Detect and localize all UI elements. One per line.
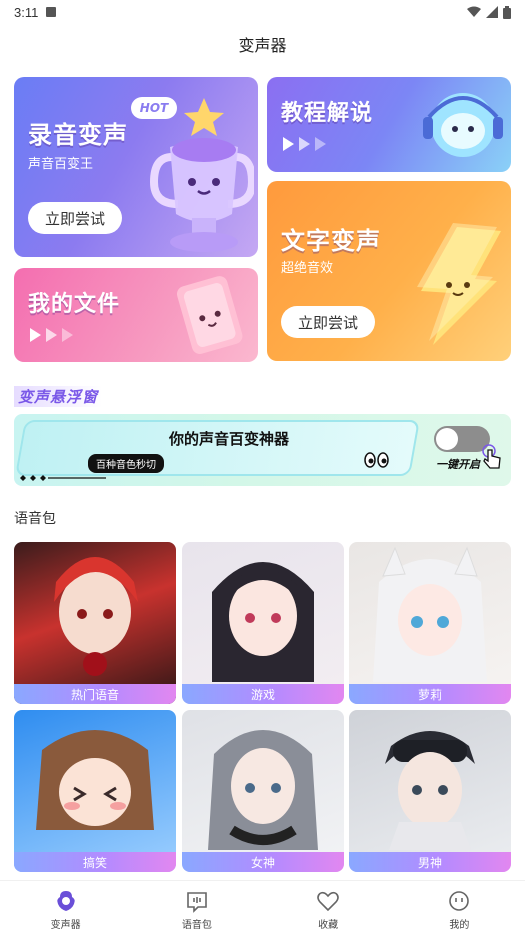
float-headline: 你的声音百变神器 [169, 430, 290, 448]
record-card-title: 录音变声 [28, 121, 128, 149]
headphone-mascot-icon [423, 93, 503, 157]
status-bar: 3:11 [0, 0, 525, 24]
voice-changer-icon [56, 891, 75, 911]
anime-avatar-image [385, 731, 475, 850]
toggle-label: 一键开启 [436, 458, 480, 471]
record-try-button[interactable]: 立即尝试 [28, 202, 122, 234]
page-title: 变声器 [238, 36, 287, 55]
text-card-title: 文字变声 [281, 227, 381, 255]
lightning-mascot-icon [417, 223, 501, 345]
text-try-button[interactable]: 立即尝试 [281, 306, 375, 338]
anime-avatar-image [54, 557, 138, 676]
voice-pack-label: 男神 [349, 852, 511, 872]
anime-avatar-image [208, 730, 318, 850]
anime-avatar-image [373, 546, 487, 682]
play-arrows-icon [30, 328, 73, 342]
tutorial-card-title: 教程解说 [281, 101, 374, 126]
tab-voice-changer[interactable]: 变声器 [0, 881, 131, 935]
voice-pack-tile[interactable]: 游戏 [182, 542, 344, 704]
voice-pack-label: 热门语音 [14, 684, 176, 704]
voice-pack-icon [187, 892, 207, 913]
record-card-subtitle: 声音百变王 [28, 157, 94, 172]
record-voice-card[interactable]: 录音变声 声音百变王 立即尝试 HOT [14, 77, 258, 257]
status-time: 3:11 [14, 4, 39, 20]
tab-label: 语音包 [181, 920, 212, 931]
float-tag: 百种音色秒切 [88, 454, 164, 473]
voice-pack-section-title: 语音包 [14, 511, 56, 527]
voice-pack-label: 萝莉 [349, 684, 511, 704]
tab-label: 收藏 [318, 920, 339, 931]
status-icons [467, 5, 511, 19]
voice-pack-label: 游戏 [182, 684, 344, 704]
voice-pack-tile[interactable]: 男神 [349, 710, 511, 872]
float-window-banner[interactable]: 你的声音百变神器 百种音色秒切 一键开启 [14, 414, 511, 486]
myfiles-card-title: 我的文件 [28, 292, 121, 317]
voice-pack-tile[interactable]: 热门语音 [14, 542, 176, 704]
battery-icon [503, 5, 511, 19]
bottom-tab-bar: 变声器 语音包 收藏 我的 [0, 880, 525, 935]
voice-pack-tile[interactable]: 搞笑 [14, 710, 176, 872]
eyes-icon [364, 452, 389, 468]
my-files-card[interactable]: 我的文件 [14, 268, 258, 362]
voice-pack-label: 搞笑 [14, 852, 176, 872]
toggle-knob [436, 428, 458, 450]
tab-profile[interactable]: 我的 [394, 881, 525, 935]
text-card-subtitle: 超绝音效 [281, 261, 334, 276]
wifi-icon [467, 6, 481, 17]
text-voice-card[interactable]: 文字变声 超绝音效 立即尝试 [267, 181, 511, 361]
notification-icon [46, 7, 57, 17]
tab-label: 变声器 [50, 920, 81, 931]
float-window-section-title: 变声悬浮窗 [14, 386, 103, 407]
signal-icon [486, 6, 498, 18]
tutorial-card[interactable]: 教程解说 [267, 77, 511, 172]
decor-dots-line [20, 475, 106, 481]
tab-favorites[interactable]: 收藏 [263, 881, 394, 935]
anime-avatar-image [212, 562, 314, 682]
tab-label: 我的 [449, 920, 470, 931]
tab-voice-pack[interactable]: 语音包 [131, 881, 262, 935]
heart-icon [317, 891, 339, 912]
voice-pack-label: 女神 [182, 852, 344, 872]
anime-avatar-image [36, 730, 154, 830]
file-mascot-icon [176, 276, 243, 354]
play-arrows-icon [283, 137, 326, 151]
trophy-cup-icon [149, 98, 254, 252]
profile-face-icon [449, 891, 470, 911]
voice-pack-tile[interactable]: 女神 [182, 710, 344, 872]
voice-pack-tile[interactable]: 萝莉 [349, 542, 511, 704]
tap-hand-icon [482, 444, 501, 469]
